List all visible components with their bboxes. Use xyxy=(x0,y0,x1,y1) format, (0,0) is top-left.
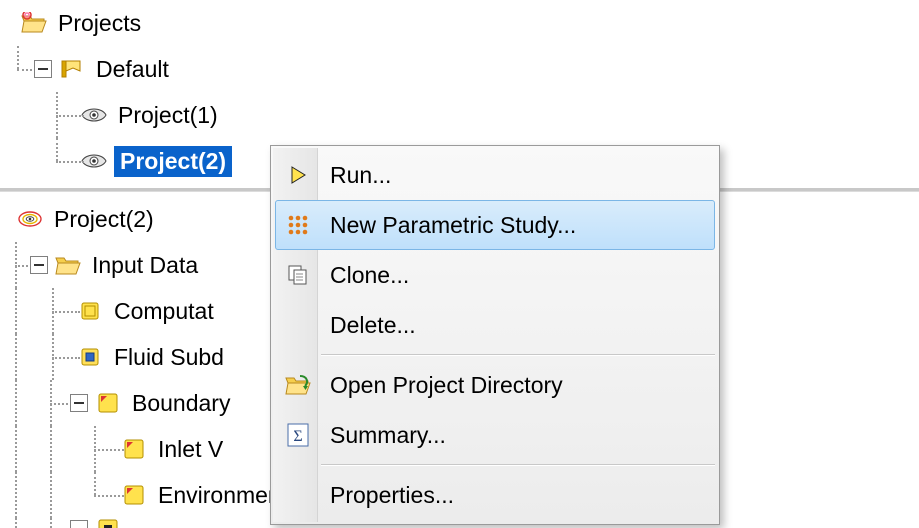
menu-delete[interactable]: Delete... xyxy=(275,300,715,350)
folder-open-icon xyxy=(20,9,48,37)
menu-properties-label: Properties... xyxy=(330,482,454,509)
eye-icon xyxy=(80,147,108,175)
projects-root-label: Projects xyxy=(54,10,145,37)
menu-summary-label: Summary... xyxy=(330,422,446,449)
boundary-conditions-label: Boundary xyxy=(128,390,234,417)
sigma-icon: Σ xyxy=(284,421,312,449)
box-marked-icon xyxy=(120,435,148,463)
menu-separator-1 xyxy=(321,354,715,356)
computational-domain-label: Computat xyxy=(110,298,218,325)
folder-open-icon xyxy=(54,251,82,279)
menu-delete-label: Delete... xyxy=(330,312,416,339)
tree-row-project-1[interactable]: Project(1) xyxy=(0,92,919,138)
cube-blue-icon xyxy=(76,343,104,371)
box-marked-icon xyxy=(94,389,122,417)
project-2-label: Project(2) xyxy=(114,146,232,177)
menu-open-project-directory-label: Open Project Directory xyxy=(330,372,563,399)
menu-clone-label: Clone... xyxy=(330,262,409,289)
blank-icon xyxy=(284,311,312,339)
menu-summary[interactable]: Σ Summary... xyxy=(275,410,715,460)
grid-dots-icon xyxy=(284,211,312,239)
menu-new-parametric-study-label: New Parametric Study... xyxy=(330,212,576,239)
eye-ring-icon xyxy=(16,205,44,233)
menu-clone[interactable]: Clone... xyxy=(275,250,715,300)
default-config-label: Default xyxy=(92,56,173,83)
blank-icon xyxy=(284,481,312,509)
cube-yellow-icon xyxy=(76,297,104,325)
project2-root-label: Project(2) xyxy=(50,206,158,233)
box-yellow-icon xyxy=(94,518,122,528)
box-marked-icon xyxy=(120,481,148,509)
menu-new-parametric-study[interactable]: New Parametric Study... xyxy=(275,200,715,250)
expander-minus-cutoff[interactable] xyxy=(70,520,88,528)
eye-icon xyxy=(80,101,108,129)
project-context-menu: Run... New Parametric Study... Clo xyxy=(270,145,720,525)
project-1-label: Project(1) xyxy=(114,102,222,129)
menu-run[interactable]: Run... xyxy=(275,150,715,200)
menu-separator-2 xyxy=(321,464,715,466)
expander-minus-boundary[interactable] xyxy=(70,394,88,412)
inlet-velocity-label: Inlet V xyxy=(154,436,227,463)
input-data-label: Input Data xyxy=(88,252,202,279)
menu-open-project-directory[interactable]: Open Project Directory xyxy=(275,360,715,410)
menu-run-label: Run... xyxy=(330,162,391,189)
play-icon xyxy=(284,161,312,189)
tree-row-projects-root[interactable]: Projects xyxy=(0,0,919,46)
tree-row-default[interactable]: Default xyxy=(0,46,919,92)
folder-open-arrow-icon xyxy=(284,371,312,399)
svg-text:Σ: Σ xyxy=(293,428,302,445)
expander-minus-input-data[interactable] xyxy=(30,256,48,274)
copy-icon xyxy=(284,261,312,289)
tag-icon xyxy=(58,55,86,83)
fluid-subdomains-label: Fluid Subd xyxy=(110,344,228,371)
expander-minus-default[interactable] xyxy=(34,60,52,78)
menu-properties[interactable]: Properties... xyxy=(275,470,715,520)
